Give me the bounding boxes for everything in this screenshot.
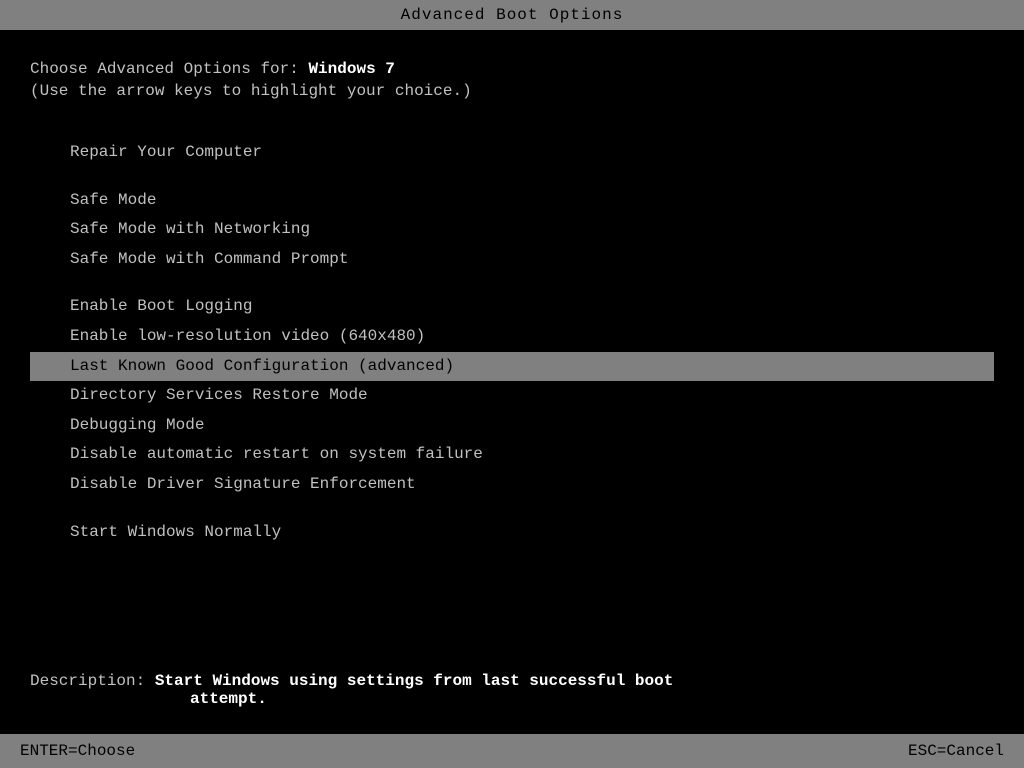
- menu-item-repair[interactable]: Repair Your Computer: [30, 138, 994, 168]
- description-continuation: attempt.: [30, 690, 994, 708]
- menu-item-safe-mode-networking[interactable]: Safe Mode with Networking: [30, 215, 994, 245]
- menu-spacer: [30, 168, 994, 186]
- title-bar: Advanced Boot Options: [0, 0, 1024, 30]
- menu-item-safe-mode[interactable]: Safe Mode: [30, 186, 994, 216]
- header-prefix: Choose Advanced Options for:: [30, 60, 308, 78]
- menu-spacer: [30, 274, 994, 292]
- enter-label: ENTER=Choose: [20, 742, 135, 760]
- menu-item-disable-driver-sig[interactable]: Disable Driver Signature Enforcement: [30, 470, 994, 500]
- header-line2: (Use the arrow keys to highlight your ch…: [30, 82, 994, 100]
- description-label: Description:: [30, 672, 155, 690]
- bottom-bar: ENTER=Choose ESC=Cancel: [0, 734, 1024, 768]
- menu-item-debugging-mode[interactable]: Debugging Mode: [30, 411, 994, 441]
- main-content: Choose Advanced Options for: Windows 7 (…: [0, 40, 1024, 567]
- header-line1: Choose Advanced Options for: Windows 7: [30, 60, 994, 78]
- esc-label: ESC=Cancel: [908, 742, 1004, 760]
- boot-options-menu: Repair Your ComputerSafe ModeSafe Mode w…: [30, 120, 994, 547]
- description-text: Start Windows using settings from last s…: [155, 672, 673, 690]
- menu-item-label-last-known-good: Last Known Good Configuration (advanced): [30, 352, 994, 382]
- menu-item-enable-low-res-video[interactable]: Enable low-resolution video (640x480): [30, 322, 994, 352]
- menu-item-enable-boot-logging[interactable]: Enable Boot Logging: [30, 292, 994, 322]
- menu-item-directory-services[interactable]: Directory Services Restore Mode: [30, 381, 994, 411]
- description-line1: Description: Start Windows using setting…: [30, 672, 994, 690]
- menu-item-start-windows-normally[interactable]: Start Windows Normally: [30, 518, 994, 548]
- description-section: Description: Start Windows using setting…: [30, 672, 994, 708]
- menu-item-safe-mode-command-prompt[interactable]: Safe Mode with Command Prompt: [30, 245, 994, 275]
- menu-item-last-known-good[interactable]: Last Known Good Configuration (advanced): [30, 352, 994, 382]
- title-text: Advanced Boot Options: [401, 6, 624, 24]
- menu-spacer: [30, 120, 994, 138]
- menu-spacer: [30, 500, 994, 518]
- menu-item-disable-restart[interactable]: Disable automatic restart on system fail…: [30, 440, 994, 470]
- header-os-name: Windows 7: [308, 60, 394, 78]
